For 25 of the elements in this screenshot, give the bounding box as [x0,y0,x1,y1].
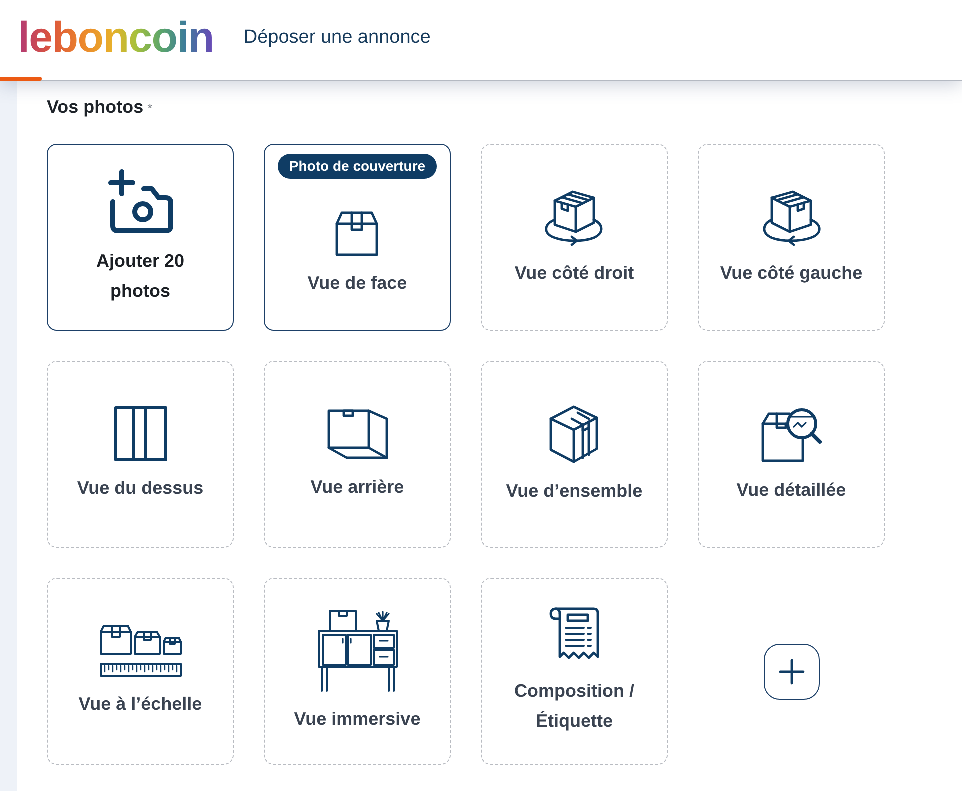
photo-slot-button[interactable]: Vue détaillée [698,361,885,548]
photo-slot-button[interactable]: Vue à l’échelle [47,578,234,765]
boxes-ruler-icon [98,624,182,678]
photo-slot-button[interactable]: Vue arrière [264,361,451,548]
camera-plus-icon [106,169,174,235]
sideboard-icon [316,609,398,693]
box-icon [334,211,380,257]
photo-slot-button[interactable]: Photo de couverture Vue de face [264,144,451,331]
cube-icon [548,403,600,465]
panels-icon [114,406,168,462]
add-photos-button[interactable]: Ajouter 20 photos [47,144,234,331]
post-ad-link[interactable]: Déposer une annonce [244,27,431,49]
photo-slot-button[interactable]: Vue côté droit [481,144,668,331]
active-indicator [0,77,42,81]
add-slot-button[interactable] [764,644,820,700]
cover-badge: Photo de couverture [278,154,437,179]
section-title: Vos photos [47,97,144,117]
photo-slot-button[interactable]: Vue côté gauche [698,144,885,331]
box-icon [326,407,388,461]
required-mark: * [148,100,153,118]
plus-icon [778,658,804,684]
photo-slot-button[interactable]: Composition / Étiquette [481,578,668,765]
photo-slot-button[interactable]: Vue d’ensemble [481,361,668,548]
photo-slot-button[interactable]: Vue immersive [264,578,451,765]
photo-slot-button[interactable]: Vue du dessus [47,361,234,548]
